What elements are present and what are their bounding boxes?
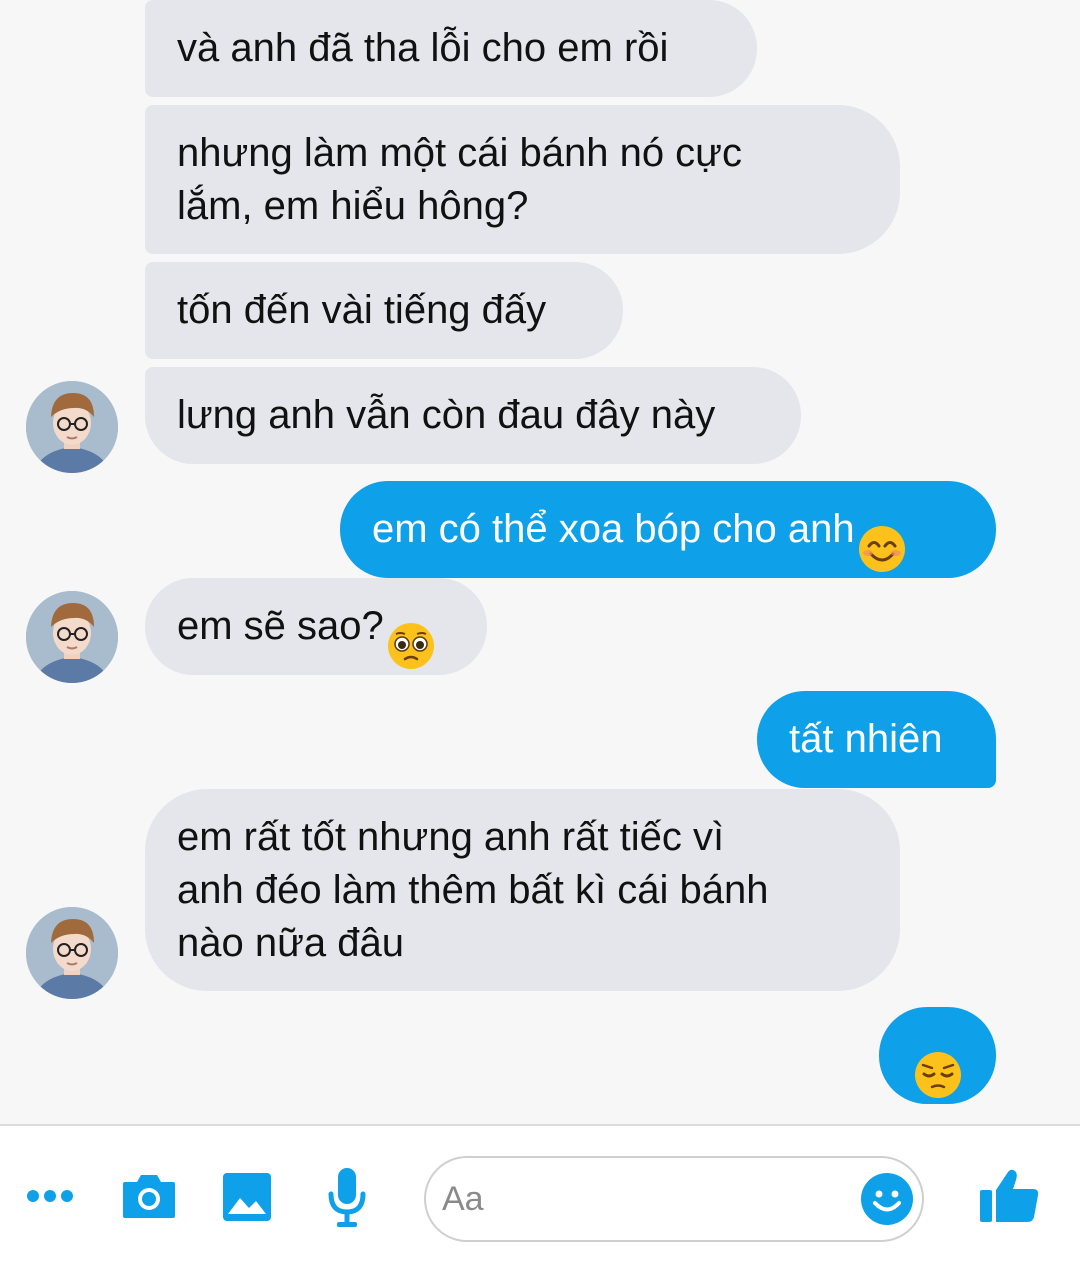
message-list: và anh đã tha lỗi cho em rồi nhưng làm m… <box>0 0 1080 1124</box>
microphone-icon[interactable] <box>327 1166 367 1235</box>
message-text: em có thể xoa bóp cho anh <box>372 507 855 551</box>
smiling-face-icon <box>857 471 907 588</box>
message-text: tốn đến vài tiếng đấy <box>177 288 547 332</box>
like-icon[interactable] <box>978 1168 1040 1229</box>
message-input[interactable] <box>442 1172 842 1226</box>
received-message[interactable]: em rất tốt nhưng anh rất tiếc vì anh đéo… <box>145 789 900 991</box>
message-text: tất nhiên <box>789 717 943 761</box>
contact-avatar[interactable] <box>26 907 118 999</box>
avatar-image <box>26 907 118 999</box>
message-text: và anh đã tha lỗi cho em rồi <box>177 26 669 70</box>
pensive-face-icon <box>913 997 963 1114</box>
contact-avatar[interactable] <box>26 591 118 683</box>
pleading-face-icon <box>386 568 436 685</box>
sent-message[interactable] <box>879 1007 996 1104</box>
camera-icon[interactable] <box>121 1172 177 1225</box>
message-composer <box>0 1124 1080 1267</box>
avatar-image <box>26 381 118 473</box>
sent-message[interactable]: tất nhiên <box>757 691 996 788</box>
emoji-icon[interactable] <box>860 1172 914 1231</box>
message-text: em sẽ sao? <box>177 604 384 648</box>
message-input-container[interactable] <box>424 1156 924 1242</box>
received-message[interactable]: tốn đến vài tiếng đấy <box>145 262 623 359</box>
avatar-image <box>26 591 118 683</box>
contact-avatar[interactable] <box>26 381 118 473</box>
received-message[interactable]: và anh đã tha lỗi cho em rồi <box>145 0 757 97</box>
received-message[interactable]: em sẽ sao? <box>145 578 487 675</box>
message-text: nhưng làm một cái bánh nó cực lắm, em hi… <box>177 130 742 228</box>
more-icon[interactable] <box>26 1186 74 1211</box>
gallery-icon[interactable] <box>222 1172 272 1227</box>
message-text: lưng anh vẫn còn đau đây này <box>177 393 716 437</box>
sent-message[interactable]: em có thể xoa bóp cho anh <box>340 481 996 578</box>
received-message[interactable]: lưng anh vẫn còn đau đây này <box>145 367 801 464</box>
received-message[interactable]: nhưng làm một cái bánh nó cực lắm, em hi… <box>145 105 900 254</box>
message-text: em rất tốt nhưng anh rất tiếc vì anh đéo… <box>177 814 769 965</box>
